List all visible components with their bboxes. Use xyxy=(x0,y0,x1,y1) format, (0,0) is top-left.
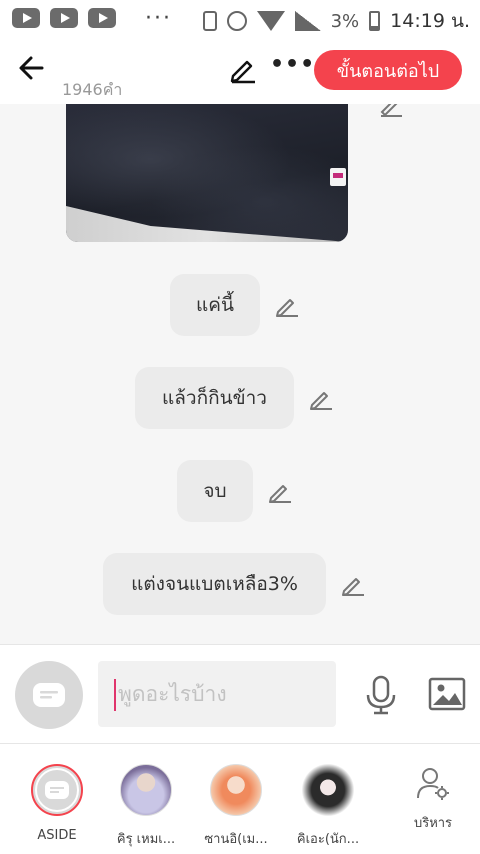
editor-header: 1946คำ ••• ขั้นตอนต่อไป xyxy=(0,38,480,104)
chat-bubble-icon xyxy=(33,683,65,707)
message-input[interactable] xyxy=(116,681,320,707)
message-row: จบ xyxy=(177,460,293,522)
battery-icon xyxy=(369,11,381,31)
wifi-icon xyxy=(256,11,285,31)
nav-label: ซานอิ(เม... xyxy=(204,832,268,847)
nav-item-character[interactable]: คิเอะ(นัก... xyxy=(283,764,373,849)
edit-pencil-icon[interactable] xyxy=(274,292,300,318)
message-row: แต่งจนแบตเหลือ3% xyxy=(103,553,366,615)
nav-label: บริหาร xyxy=(413,816,453,831)
story-image[interactable] xyxy=(66,104,348,242)
battery-percent: 3% xyxy=(330,10,360,32)
nav-label: คิเอะ(นัก... xyxy=(296,832,360,847)
user-settings-icon xyxy=(417,768,449,800)
youtube-icon xyxy=(88,8,116,28)
character-bar: ASIDE คิรุ เหมเ... ซานอิ(เม... คิเอะ(นัก… xyxy=(0,744,480,854)
next-step-button[interactable]: ขั้นตอนต่อไป xyxy=(314,50,462,90)
story-content: แค่นี้ แล้วก็กินข้าว จบ แต่งจนแบตเหลือ3% xyxy=(0,104,480,644)
message-bubble[interactable]: แค่นี้ xyxy=(170,274,260,336)
edit-pencil-icon[interactable] xyxy=(267,478,293,504)
image-icon[interactable] xyxy=(428,677,466,711)
nav-item-manage[interactable]: บริหาร xyxy=(388,766,478,833)
avatar xyxy=(210,764,262,816)
notification-icons xyxy=(12,8,116,28)
edit-pencil-icon[interactable] xyxy=(228,54,258,84)
more-notifications-icon: ··· xyxy=(145,6,172,31)
text-caret xyxy=(114,679,116,711)
status-bar: ··· 3% 14:19 น. xyxy=(0,0,480,38)
nav-label: คิรุ เหมเ... xyxy=(116,832,176,847)
message-row: แล้วก็กินข้าว xyxy=(135,367,334,429)
back-arrow-icon[interactable] xyxy=(16,52,48,84)
avatar xyxy=(302,764,354,816)
nav-label: ASIDE xyxy=(37,828,77,843)
nav-item-character[interactable]: ซานอิ(เม... xyxy=(191,764,281,849)
message-bubble[interactable]: จบ xyxy=(177,460,253,522)
youtube-icon xyxy=(12,8,40,28)
youtube-icon xyxy=(50,8,78,28)
message-input-box[interactable] xyxy=(98,661,336,727)
message-bubble[interactable]: แล้วก็กินข้าว xyxy=(135,367,294,429)
microphone-icon[interactable] xyxy=(364,675,398,715)
avatar xyxy=(120,764,172,816)
system-icons: 3% 14:19 น. xyxy=(202,6,470,36)
edit-pencil-icon[interactable] xyxy=(340,571,366,597)
edit-pencil-icon[interactable] xyxy=(308,385,334,411)
vibrate-icon xyxy=(202,11,217,31)
composer-bar xyxy=(0,644,480,744)
nav-item-character[interactable]: คิรุ เหมเ... xyxy=(101,764,191,849)
aside-button[interactable] xyxy=(15,661,83,729)
chat-bubble-icon xyxy=(45,781,69,799)
nav-item-aside[interactable]: ASIDE xyxy=(12,764,102,843)
aside-avatar xyxy=(31,764,83,816)
alarm-icon xyxy=(226,11,247,31)
more-options-icon[interactable]: ••• xyxy=(270,52,315,77)
image-label-tag xyxy=(330,168,346,186)
signal-icon xyxy=(294,11,321,31)
word-count: 1946คำ xyxy=(62,80,123,99)
clock: 14:19 น. xyxy=(390,10,470,32)
edit-pencil-icon[interactable] xyxy=(378,104,404,118)
message-row: แค่นี้ xyxy=(170,274,300,336)
message-bubble[interactable]: แต่งจนแบตเหลือ3% xyxy=(103,553,326,615)
